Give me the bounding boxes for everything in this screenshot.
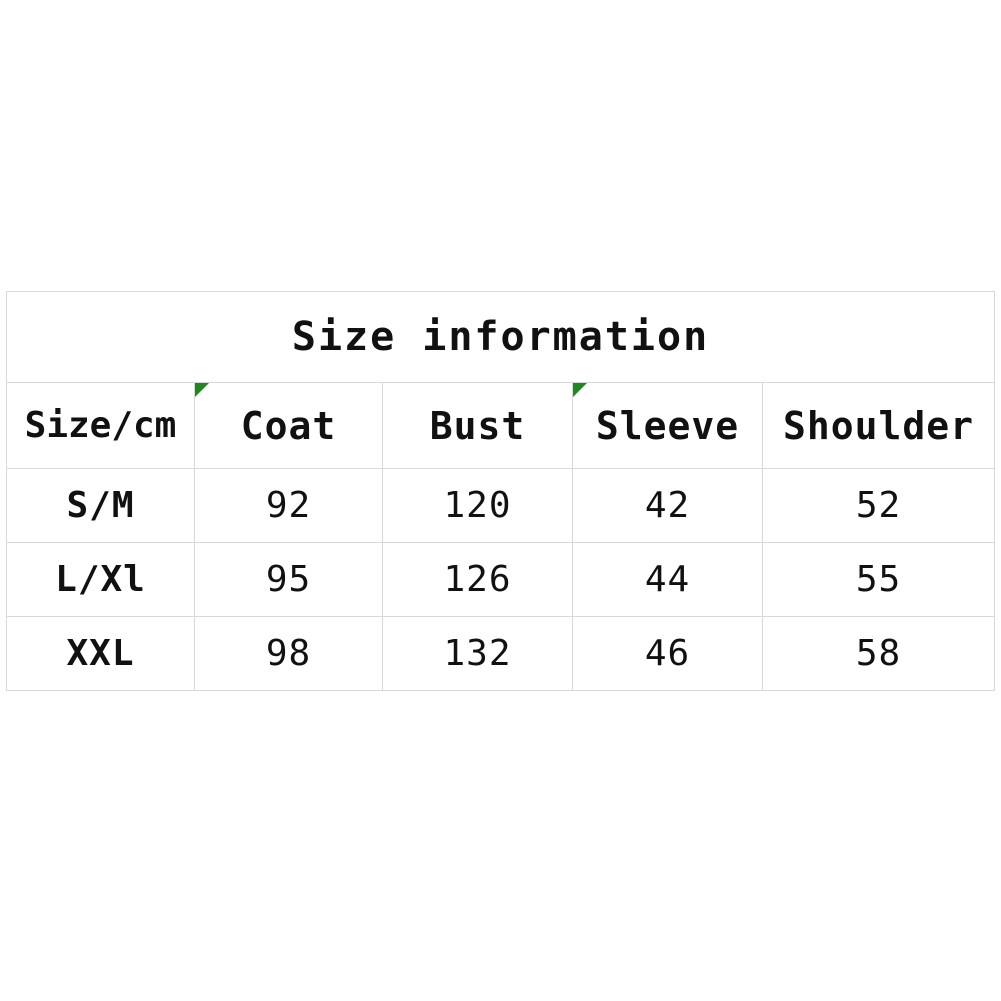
- column-header-bust: Bust: [382, 382, 573, 469]
- cell-size: S/M: [6, 468, 195, 543]
- cell-size: XXL: [6, 616, 195, 691]
- cell-bust: 132: [382, 616, 573, 691]
- column-header-size: Size/cm: [6, 382, 195, 469]
- cell-coat: 98: [194, 616, 383, 691]
- table-title: Size information: [5, 291, 996, 383]
- cell-bust: 126: [382, 542, 573, 617]
- size-information-table-container: Size information Size/cm Coat Bust Sleev…: [5, 291, 996, 691]
- cell-bust: 120: [382, 468, 573, 543]
- table-row: L/Xl 95 126 44 55: [6, 542, 996, 617]
- cell-shoulder: 55: [761, 542, 996, 617]
- column-header-sleeve-label: Sleeve: [595, 403, 740, 448]
- cell-size: L/Xl: [6, 542, 195, 617]
- cell-sleeve: 46: [572, 616, 763, 691]
- green-triangle-marker-icon: [195, 383, 209, 397]
- column-header-coat-label: Coat: [240, 403, 337, 448]
- table-header-row: Size/cm Coat Bust Sleeve Shoulder: [6, 382, 996, 469]
- cell-sleeve: 44: [572, 542, 763, 617]
- column-header-shoulder: Shoulder: [761, 382, 996, 469]
- size-information-table: Size information Size/cm Coat Bust Sleev…: [5, 291, 996, 691]
- cell-coat: 95: [194, 542, 383, 617]
- column-header-sleeve: Sleeve: [572, 382, 763, 469]
- green-triangle-marker-icon: [573, 383, 587, 397]
- cell-sleeve: 42: [572, 468, 763, 543]
- table-row: S/M 92 120 42 52: [6, 468, 996, 543]
- table-title-row: Size information: [5, 291, 996, 383]
- cell-shoulder: 52: [761, 468, 996, 543]
- table-row: XXL 98 132 46 58: [6, 616, 996, 691]
- column-header-coat: Coat: [194, 382, 383, 469]
- cell-coat: 92: [194, 468, 383, 543]
- cell-shoulder: 58: [761, 616, 996, 691]
